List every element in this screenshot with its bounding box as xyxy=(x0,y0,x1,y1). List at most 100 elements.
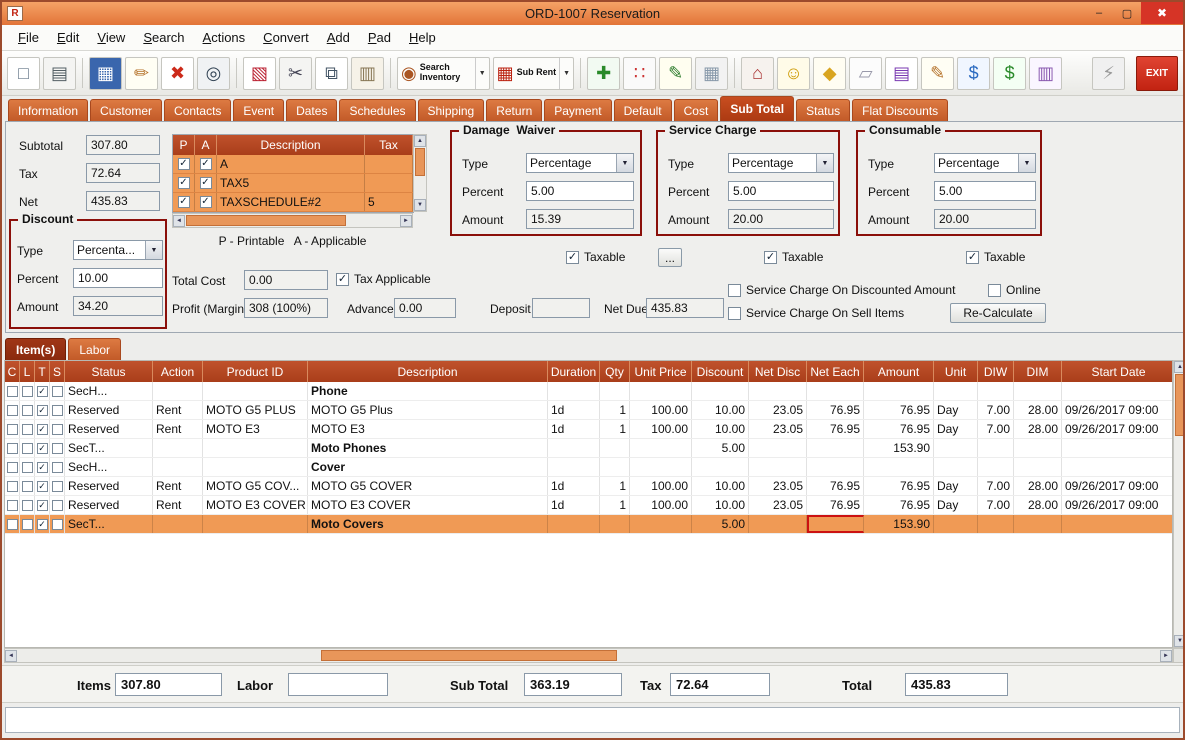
edit-notes-button[interactable]: ✎ xyxy=(921,57,954,90)
items-header-action[interactable]: Action xyxy=(153,361,203,382)
items-header-description[interactable]: Description xyxy=(308,361,548,382)
print-button[interactable]: ▤ xyxy=(43,57,76,90)
items-header-amount[interactable]: Amount xyxy=(864,361,934,382)
tab-status[interactable]: Status xyxy=(796,99,850,121)
item-flag-cell[interactable] xyxy=(50,515,65,533)
service-charge-more-button[interactable]: ... xyxy=(658,248,682,267)
item-checkbox[interactable] xyxy=(22,443,33,454)
tax-table-horizontal-scrollbar[interactable]: ◄ ► xyxy=(172,213,413,228)
item-flag-cell[interactable]: ✓ xyxy=(35,477,50,495)
tab-return[interactable]: Return xyxy=(486,99,542,121)
chevron-down-icon[interactable]: ▼ xyxy=(145,241,162,259)
item-flag-cell[interactable] xyxy=(50,458,65,476)
checkbox-icon[interactable] xyxy=(988,284,1001,297)
items-table-row[interactable]: ✓ReservedRentMOTO E3 COVERMOTO E3 COVER1… xyxy=(5,496,1172,515)
item-flag-cell[interactable]: ✓ xyxy=(35,382,50,400)
applicable-checkbox[interactable]: ✓ xyxy=(200,158,212,170)
recalculate-button[interactable]: Re-Calculate xyxy=(950,303,1046,323)
item-checkbox[interactable] xyxy=(22,386,33,397)
items-table-row[interactable]: ✓SecT...Moto Covers5.00153.90 xyxy=(5,515,1172,534)
company-button[interactable]: ⌂ xyxy=(741,57,774,90)
items-header-qty[interactable]: Qty xyxy=(600,361,630,382)
tab-cost[interactable]: Cost xyxy=(674,99,719,121)
printable-checkbox[interactable]: ✓ xyxy=(178,158,190,170)
scrollbar-thumb[interactable] xyxy=(1175,374,1185,436)
scrollbar-thumb[interactable] xyxy=(321,650,617,661)
damage-waiver-percent-field[interactable]: 5.00 xyxy=(526,181,634,201)
scroll-left-icon[interactable]: ◄ xyxy=(173,215,185,227)
damage-waiver-taxable-checkbox[interactable]: ✓ Taxable xyxy=(566,250,625,264)
net-field[interactable]: 435.83 xyxy=(86,191,160,211)
service-charge-type-combo[interactable]: Percentage ▼ xyxy=(728,153,834,173)
minimize-button[interactable]: – xyxy=(1085,3,1113,23)
scroll-right-icon[interactable]: ► xyxy=(400,215,412,227)
item-flag-cell[interactable] xyxy=(20,382,35,400)
consumable-taxable-checkbox[interactable]: ✓ Taxable xyxy=(966,250,1025,264)
items-header-unit-price[interactable]: Unit Price xyxy=(630,361,692,382)
item-checkbox[interactable] xyxy=(7,424,18,435)
item-checkbox[interactable] xyxy=(52,462,63,473)
subtotal-field[interactable]: 307.80 xyxy=(86,135,160,155)
tab-flat-discounts[interactable]: Flat Discounts xyxy=(852,99,948,121)
item-checkbox[interactable] xyxy=(7,462,18,473)
service-charge-discounted-checkbox[interactable]: Service Charge On Discounted Amount xyxy=(728,283,955,297)
tax-printable-cell[interactable]: ✓ xyxy=(173,174,195,192)
tax-table-row[interactable]: ✓✓TAX5 xyxy=(173,174,413,193)
dropdown-arrow-icon[interactable]: ▼ xyxy=(475,58,486,89)
tax-printable-cell[interactable]: ✓ xyxy=(173,155,195,173)
tab-shipping[interactable]: Shipping xyxy=(418,99,485,121)
tax-applicable-checkbox[interactable]: ✓ Tax Applicable xyxy=(336,272,431,286)
find-button[interactable]: ◎ xyxy=(197,57,230,90)
items-table-row[interactable]: ✓ReservedRentMOTO G5 COV...MOTO G5 COVER… xyxy=(5,477,1172,496)
item-checkbox[interactable]: ✓ xyxy=(37,386,48,397)
menu-item-add[interactable]: Add xyxy=(319,27,358,48)
tax-table-vertical-scrollbar[interactable]: ▲ ▼ xyxy=(413,134,427,212)
items-header-diw[interactable]: DIW xyxy=(978,361,1014,382)
tax-table-row[interactable]: ✓✓A xyxy=(173,155,413,174)
save-button[interactable]: ▦ xyxy=(89,57,122,90)
item-checkbox[interactable]: ✓ xyxy=(37,405,48,416)
items-header-c[interactable]: C xyxy=(5,361,20,382)
items-header-unit[interactable]: Unit xyxy=(934,361,978,382)
cut-button[interactable]: ✂ xyxy=(279,57,312,90)
plug-button[interactable]: ⚡ xyxy=(1092,57,1125,90)
item-checkbox[interactable] xyxy=(52,519,63,530)
checkbox-icon[interactable]: ✓ xyxy=(336,273,349,286)
item-flag-cell[interactable] xyxy=(20,439,35,457)
checkbox-icon[interactable] xyxy=(728,307,741,320)
consumable-type-combo[interactable]: Percentage ▼ xyxy=(934,153,1036,173)
item-checkbox[interactable] xyxy=(22,462,33,473)
item-flag-cell[interactable] xyxy=(50,477,65,495)
item-checkbox[interactable] xyxy=(22,500,33,511)
tab-customer[interactable]: Customer xyxy=(90,99,162,121)
scrollbar-thumb[interactable] xyxy=(186,215,346,226)
notes-button[interactable]: ✎ xyxy=(659,57,692,90)
total-cost-field[interactable]: 0.00 xyxy=(244,270,328,290)
item-checkbox[interactable] xyxy=(7,405,18,416)
item-checkbox[interactable] xyxy=(22,405,33,416)
item-checkbox[interactable]: ✓ xyxy=(37,519,48,530)
edit-button[interactable]: ✏ xyxy=(125,57,158,90)
items-table-vertical-scrollbar[interactable]: ▲ ▼ xyxy=(1173,360,1185,648)
item-flag-cell[interactable]: ✓ xyxy=(35,515,50,533)
item-checkbox[interactable] xyxy=(7,443,18,454)
item-flag-cell[interactable]: ✓ xyxy=(35,458,50,476)
cut-document-button[interactable]: ▧ xyxy=(243,57,276,90)
maximize-button[interactable]: ▢ xyxy=(1113,3,1141,23)
tax-table-row[interactable]: ✓✓TAXSCHEDULE#25 xyxy=(173,193,413,212)
profit-margin-field[interactable]: 308 (100%) xyxy=(244,298,328,318)
tax-printable-cell[interactable]: ✓ xyxy=(173,193,195,211)
item-checkbox[interactable] xyxy=(52,481,63,492)
net-due-field[interactable]: 435.83 xyxy=(646,298,724,318)
items-header-l[interactable]: L xyxy=(20,361,35,382)
tax-header-tax[interactable]: Tax xyxy=(365,135,413,155)
item-flag-cell[interactable]: ✓ xyxy=(35,496,50,514)
items-header-discount[interactable]: Discount xyxy=(692,361,749,382)
package-button[interactable]: ▱ xyxy=(849,57,882,90)
scroll-left-icon[interactable]: ◄ xyxy=(5,650,17,662)
discount-amount-field[interactable]: 34.20 xyxy=(73,296,163,316)
calendar-button[interactable]: ▦ xyxy=(695,57,728,90)
item-flag-cell[interactable] xyxy=(50,439,65,457)
item-flag-cell[interactable] xyxy=(5,477,20,495)
scroll-up-icon[interactable]: ▲ xyxy=(1174,361,1185,373)
